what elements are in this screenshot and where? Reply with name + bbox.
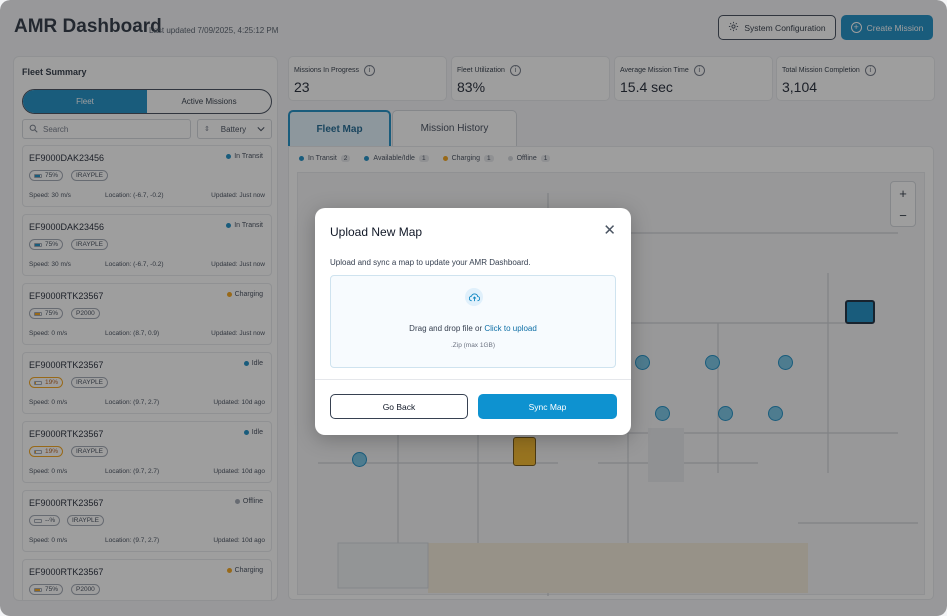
cloud-upload-icon (465, 288, 483, 306)
file-hint: .Zip (max 1GB) (450, 342, 496, 349)
close-icon[interactable]: ✕ (603, 221, 616, 239)
sync-map-button[interactable]: Sync Map (478, 394, 617, 419)
modal-description: Upload and sync a map to update your AMR… (330, 258, 531, 267)
file-dropzone[interactable]: Drag and drop file or Click to upload .Z… (330, 275, 616, 368)
click-to-upload-link[interactable]: Click to upload (484, 324, 536, 333)
divider (315, 379, 631, 380)
go-back-button[interactable]: Go Back (330, 394, 468, 419)
upload-map-modal: Upload New Map ✕ Upload and sync a map t… (315, 208, 631, 435)
app-window: AMR Dashboard Last updated 7/09/2025, 4:… (0, 0, 947, 616)
dropzone-prompt: Drag and drop file or (409, 324, 483, 333)
dropzone-text: Drag and drop file or Click to upload (331, 324, 615, 333)
modal-title: Upload New Map (330, 225, 423, 239)
